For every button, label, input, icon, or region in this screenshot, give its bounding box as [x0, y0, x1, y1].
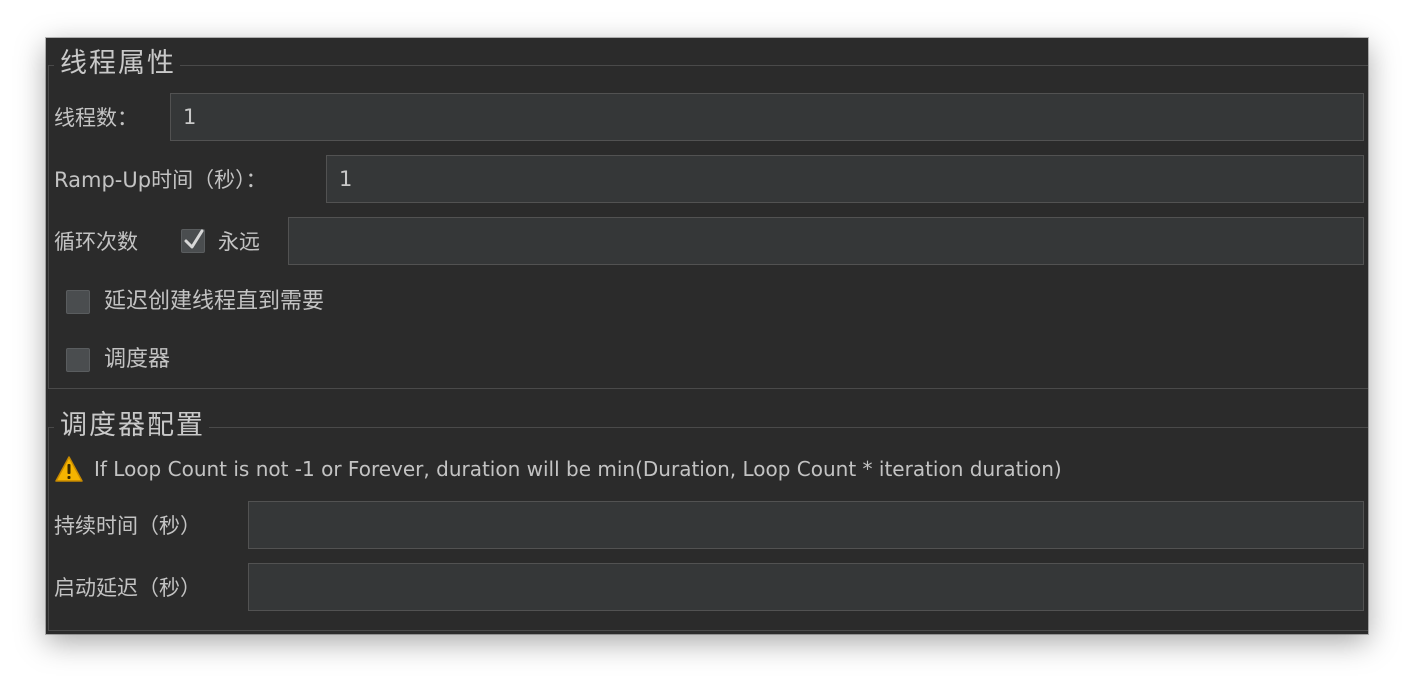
startup-delay-row: 启动延迟（秒）	[46, 563, 1368, 613]
duration-input[interactable]	[248, 501, 1364, 549]
duration-row: 持续时间（秒）	[46, 501, 1368, 551]
startup-delay-label: 启动延迟（秒）	[54, 576, 201, 600]
warning-text: If Loop Count is not -1 or Forever, dura…	[94, 457, 1062, 481]
duration-label: 持续时间（秒）	[54, 514, 201, 538]
scheduler-config-title: 调度器配置	[54, 410, 209, 442]
startup-delay-input[interactable]	[248, 563, 1364, 611]
thread-group-panel: 线程属性 线程数： 1 Ramp-Up时间（秒）： 1 循环次数 永远 延迟创建…	[46, 38, 1368, 634]
warning-icon	[55, 456, 83, 482]
scheduler-config-group: 调度器配置 If Loop Count is not -1 or Forever…	[46, 38, 1368, 634]
